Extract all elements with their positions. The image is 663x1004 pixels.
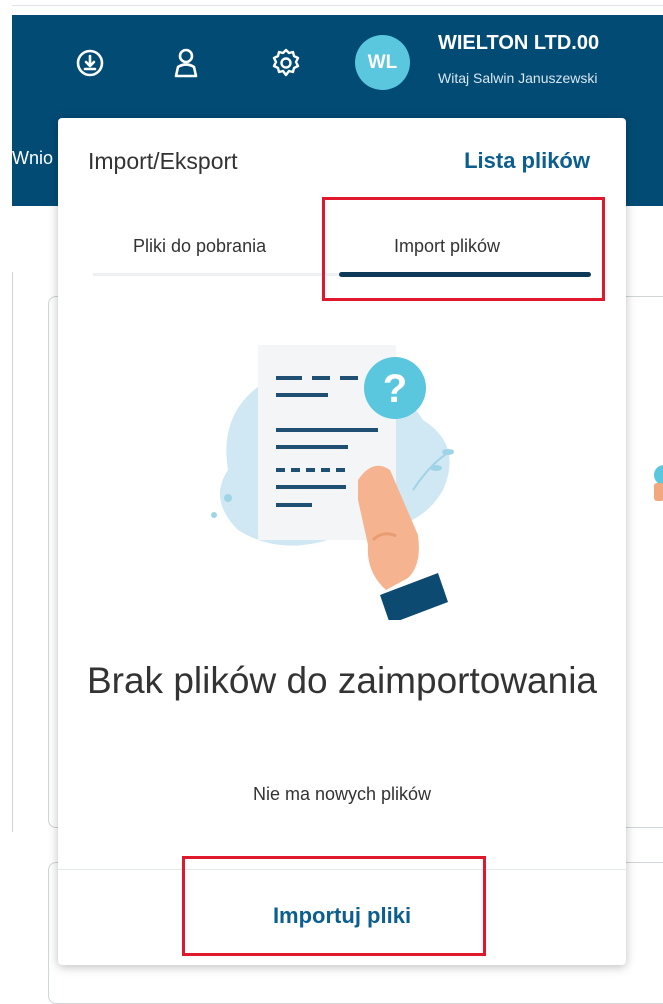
user-greeting: Witaj Salwin Januszewski xyxy=(438,70,598,86)
empty-state-illustration: ? xyxy=(211,345,454,620)
gear-icon[interactable] xyxy=(268,45,304,81)
file-list-link[interactable]: Lista plików xyxy=(464,148,590,174)
nav-item-partial[interactable]: Wnio xyxy=(12,148,60,169)
highlight-box-tab xyxy=(322,197,605,301)
svg-text:?: ? xyxy=(383,367,407,411)
background-border xyxy=(12,272,13,832)
company-name: WIELTON LTD.00 xyxy=(438,32,600,54)
empty-state-title: Brak plików do zaimportowania xyxy=(86,660,597,701)
empty-state-subtitle: Nie ma nowych plików xyxy=(252,784,432,804)
highlight-box-button xyxy=(182,856,486,956)
top-divider xyxy=(12,5,663,6)
tab-downloads[interactable]: Pliki do pobrania xyxy=(133,236,266,257)
panel-title: Import/Eksport xyxy=(88,148,238,174)
avatar[interactable]: WL xyxy=(355,35,410,90)
background-illustration-fragment xyxy=(654,465,663,501)
user-icon[interactable] xyxy=(168,45,204,81)
download-icon[interactable] xyxy=(72,45,108,81)
